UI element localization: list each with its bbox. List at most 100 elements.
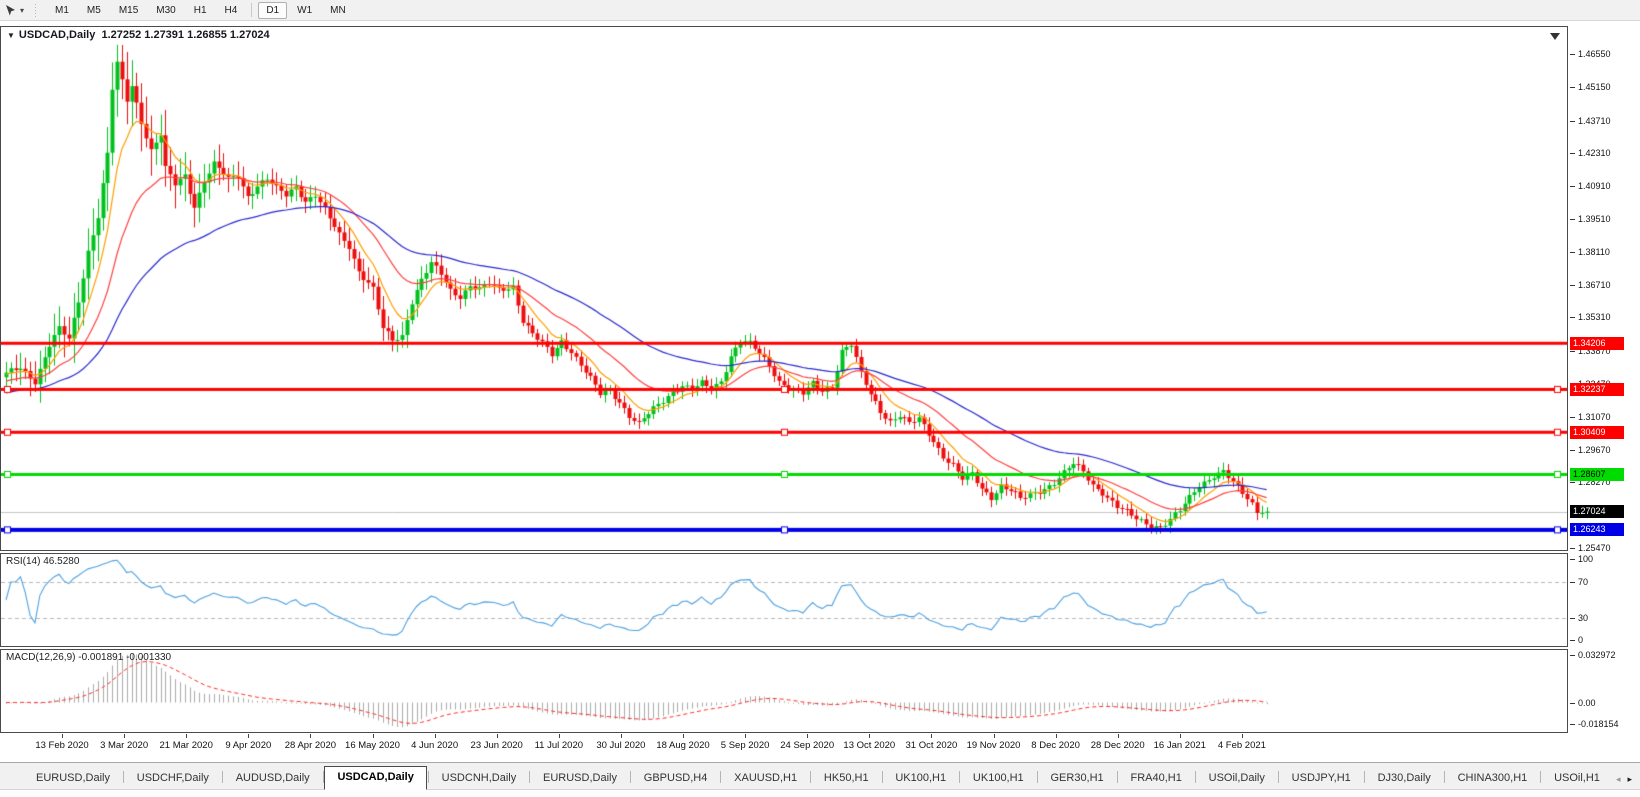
panel-separator[interactable] (0, 551, 1568, 553)
current-price-label: 1.27024 (1570, 505, 1624, 518)
timeframe-h4-button[interactable]: H4 (217, 2, 246, 19)
chart-shift-marker[interactable] (1550, 33, 1560, 40)
toolbar-separator (251, 3, 252, 17)
date-label: 30 Jul 2020 (596, 740, 645, 751)
cursor-tool-caret[interactable]: ▾ (20, 6, 24, 15)
date-label: 8 Dec 2020 (1031, 740, 1080, 751)
date-label: 28 Dec 2020 (1091, 740, 1145, 751)
tab-separator (882, 771, 883, 783)
date-label: 5 Sep 2020 (721, 740, 770, 751)
date-tick-mark (435, 734, 436, 738)
tab-10-uk100-h1[interactable]: UK100,H1 (961, 768, 1036, 789)
tab-0-eurusd-daily[interactable]: EURUSD,Daily (24, 768, 122, 789)
tab-15-dj30-daily[interactable]: DJ30,Daily (1366, 768, 1443, 789)
date-axis[interactable]: 13 Feb 20203 Mar 202021 Mar 20209 Apr 20… (0, 734, 1568, 760)
date-tick-mark (124, 734, 125, 738)
tab-separator (222, 771, 223, 783)
timeframe-w1-button[interactable]: W1 (289, 2, 320, 19)
macd-axis[interactable]: 0.0329720.00-0.018154 (1568, 649, 1640, 733)
chart-collapse-icon[interactable]: ▼ (7, 31, 15, 40)
timeframe-m15-button[interactable]: M15 (111, 2, 146, 19)
chart-title: ▼USDCAD,Daily 1.27252 1.27391 1.26855 1.… (7, 29, 270, 41)
tab-7-xauusd-h1[interactable]: XAUUSD,H1 (722, 768, 809, 789)
chart-symbol-period: USDCAD,Daily (19, 29, 95, 41)
date-tick-mark (869, 734, 870, 738)
date-label: 23 Jun 2020 (471, 740, 523, 751)
date-tick-mark (621, 734, 622, 738)
price-axis[interactable]: 1.465501.451501.437101.423101.409101.395… (1568, 26, 1640, 551)
price-chart-canvas[interactable] (1, 27, 1567, 550)
tab-scroll-controls: ◂▸ (1612, 774, 1640, 789)
date-tick-mark (994, 734, 995, 738)
symbol-tab-row: EURUSD,DailyUSDCHF,DailyAUDUSD,DailyUSDC… (0, 763, 1640, 789)
tab-12-fra40-h1[interactable]: FRA40,H1 (1118, 768, 1193, 789)
rsi-tick: 70 (1578, 577, 1588, 587)
tab-separator (323, 771, 324, 783)
tab-separator (630, 771, 631, 783)
tab-2-audusd-daily[interactable]: AUDUSD,Daily (224, 768, 322, 789)
price-tick: 1.36710 (1578, 280, 1611, 290)
timeframe-mn-button[interactable]: MN (322, 2, 354, 19)
date-tick-mark (373, 734, 374, 738)
price-chart-panel[interactable] (0, 26, 1568, 551)
tab-17-usoil-h1[interactable]: USOil,H1 (1542, 768, 1612, 789)
chart-workspace: ▼USDCAD,Daily 1.27252 1.27391 1.26855 1.… (0, 21, 1640, 762)
timeframe-buttons: M1M5M15M30H1H4 D1W1MN (46, 2, 355, 19)
timeframe-m30-button[interactable]: M30 (148, 2, 183, 19)
tab-scroll-left-icon[interactable]: ◂ (1616, 774, 1621, 785)
date-label: 16 Jan 2021 (1154, 740, 1206, 751)
price-tick: 1.35310 (1578, 312, 1611, 322)
tab-separator (428, 771, 429, 783)
rsi-canvas[interactable] (1, 554, 1567, 646)
date-tick-mark (1242, 734, 1243, 738)
level-price-label: 1.34206 (1570, 337, 1624, 350)
timeframe-m5-button[interactable]: M5 (79, 2, 109, 19)
price-tick: 1.46550 (1578, 49, 1611, 59)
tab-9-uk100-h1[interactable]: UK100,H1 (883, 768, 958, 789)
date-tick-mark (1056, 734, 1057, 738)
tab-separator (1037, 771, 1038, 783)
rsi-axis[interactable]: 10070300 (1568, 553, 1640, 647)
level-price-label: 1.30409 (1570, 426, 1624, 439)
tab-scroll-right-icon[interactable]: ▸ (1627, 774, 1632, 785)
tab-3-usdcad-daily[interactable]: USDCAD,Daily (324, 766, 426, 790)
toolbar-grip[interactable] (34, 4, 38, 17)
tab-5-eurusd-daily[interactable]: EURUSD,Daily (531, 768, 629, 789)
rsi-tick: 30 (1578, 613, 1588, 623)
macd-canvas[interactable] (1, 650, 1567, 732)
rsi-panel[interactable]: RSI(14) 46.5280 (0, 553, 1568, 647)
timeframe-h1-button[interactable]: H1 (186, 2, 215, 19)
date-tick-mark (186, 734, 187, 738)
level-price-label: 1.28607 (1570, 468, 1624, 481)
timeframe-d1-button[interactable]: D1 (258, 2, 287, 19)
tab-6-gbpusd-h4[interactable]: GBPUSD,H4 (632, 768, 720, 789)
panel-separator[interactable] (0, 647, 1568, 649)
date-label: 16 May 2020 (345, 740, 400, 751)
tab-11-ger30-h1[interactable]: GER30,H1 (1038, 768, 1115, 789)
tab-separator (123, 771, 124, 783)
date-tick-mark (807, 734, 808, 738)
date-tick-mark (310, 734, 311, 738)
date-label: 9 Apr 2020 (225, 740, 271, 751)
tab-1-usdchf-daily[interactable]: USDCHF,Daily (125, 768, 221, 789)
price-tick: 1.42310 (1578, 148, 1611, 158)
tab-14-usdjpy-h1[interactable]: USDJPY,H1 (1280, 768, 1363, 789)
price-tick: 1.29670 (1578, 445, 1611, 455)
tab-separator (1195, 771, 1196, 783)
timeframe-m1-button[interactable]: M1 (47, 2, 77, 19)
cursor-tool-icon[interactable]: ▾ (4, 4, 24, 17)
tab-16-china300-h1[interactable]: CHINA300,H1 (1446, 768, 1540, 789)
tab-separator (529, 771, 530, 783)
tab-separator (1444, 771, 1445, 783)
macd-tick: 0.00 (1578, 698, 1596, 708)
tab-8-hk50-h1[interactable]: HK50,H1 (812, 768, 881, 789)
date-label: 21 Mar 2020 (160, 740, 213, 751)
tab-4-usdcnh-daily[interactable]: USDCNH,Daily (430, 768, 529, 789)
tab-13-usoil-daily[interactable]: USOil,Daily (1197, 768, 1277, 789)
tab-separator (810, 771, 811, 783)
macd-label: MACD(12,26,9) -0.001891 -0.001330 (6, 652, 171, 663)
macd-panel[interactable]: MACD(12,26,9) -0.001891 -0.001330 (0, 649, 1568, 733)
rsi-tick: 100 (1578, 554, 1593, 564)
price-tick: 1.45150 (1578, 82, 1611, 92)
date-label: 28 Apr 2020 (285, 740, 336, 751)
